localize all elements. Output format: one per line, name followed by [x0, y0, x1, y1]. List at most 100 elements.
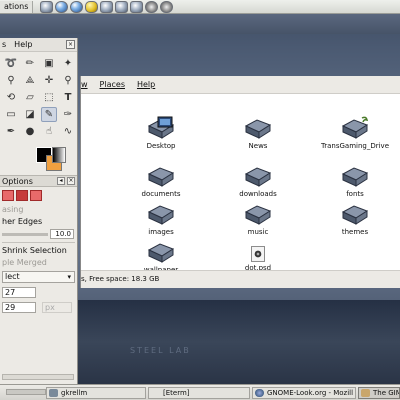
perspective-icon[interactable]: ⬚	[41, 90, 57, 105]
file-label: fonts	[346, 190, 364, 198]
menu-view[interactable]: w	[81, 80, 88, 89]
smudge-icon[interactable]: ●	[22, 124, 38, 139]
dodge-icon[interactable]: ☝	[41, 124, 57, 139]
yellow-icon[interactable]	[85, 1, 98, 13]
file-item-images[interactable]: images	[121, 202, 201, 236]
feather-value-input[interactable]: 10.0	[50, 229, 74, 239]
gkrellm-icon	[49, 389, 58, 397]
menu-places[interactable]: Places	[100, 80, 125, 89]
menu-help[interactable]: Help	[137, 80, 155, 89]
feather-slider[interactable]	[2, 233, 48, 236]
task-label: GNOME-Look.org - Mozill	[267, 389, 354, 397]
refresh-icon[interactable]	[160, 1, 173, 13]
file-label: documents	[141, 190, 181, 198]
calculator-icon[interactable]	[130, 1, 143, 13]
folder-icon	[147, 205, 175, 225]
y-position-input[interactable]: 29	[2, 302, 36, 313]
menu-file[interactable]: s	[2, 40, 6, 49]
mode-add-icon[interactable]	[16, 190, 28, 201]
file-icon-view: Desktop News TransGaming_Drive documents…	[81, 94, 400, 274]
menu-arrow-icon[interactable]: ◂	[57, 177, 65, 185]
computer-icon[interactable]	[40, 1, 53, 13]
ink-icon[interactable]: ✒	[3, 124, 19, 139]
taskbar-scrollbar[interactable]	[6, 389, 46, 395]
file-item-fonts[interactable]: fonts	[315, 164, 395, 198]
file-item-dot-psd[interactable]: dot.psd	[218, 246, 298, 272]
bucket-select-icon[interactable]: ▣	[41, 56, 57, 71]
toolbox-window-buttons: ×	[66, 40, 75, 49]
launcher-bar	[40, 1, 173, 13]
applications-menu[interactable]: ations	[0, 1, 34, 13]
sample-merged-option[interactable]: ple Merged	[0, 257, 77, 269]
file-item-themes[interactable]: themes	[315, 202, 395, 236]
folder-icon	[244, 119, 272, 139]
file-item-news[interactable]: News	[218, 116, 298, 150]
task-eterm[interactable]: [Eterm]	[148, 387, 250, 399]
task-mozilla[interactable]: GNOME-Look.org - Mozill	[252, 387, 356, 399]
feather-edges-option[interactable]: her Edges	[0, 216, 77, 228]
toolbox-scrollbar[interactable]	[2, 374, 74, 380]
close-icon[interactable]: ×	[67, 177, 75, 185]
wallpaper-band-top	[0, 14, 400, 34]
clone-icon[interactable]: ✑	[60, 107, 76, 122]
lasso-icon[interactable]: ➰	[3, 56, 19, 71]
magnify-icon[interactable]: ⚲	[3, 73, 19, 88]
bottom-taskbar: gkrellm [Eterm] GNOME-Look.org - Mozill …	[0, 384, 400, 400]
select-mode-dropdown[interactable]: lect ▾	[2, 271, 75, 283]
eraser-icon[interactable]: ◪	[22, 107, 38, 122]
mail-icon[interactable]	[70, 1, 83, 13]
move-icon[interactable]: ✛	[41, 73, 57, 88]
gear-icon[interactable]	[145, 1, 158, 13]
tool-grid: ➰ ✏ ▣ ✦ ⚲ ⟁ ✛ ⚲ ⟲ ▱ ⬚ T ▭ ◪ ✎ ✑ ✒ ● ☝ ∿	[0, 52, 77, 143]
file-label: TransGaming_Drive	[320, 142, 390, 150]
shrink-selection-option[interactable]: Shrink Selection	[0, 245, 77, 257]
color-area	[0, 145, 77, 175]
mozilla-icon	[255, 389, 264, 397]
file-label: images	[148, 228, 174, 236]
file-item-downloads[interactable]: downloads	[218, 164, 298, 198]
gimp-icon	[361, 389, 370, 397]
file-item-wallpaper[interactable]: wallpaper	[121, 240, 201, 274]
heal-icon[interactable]: ▭	[3, 107, 19, 122]
pencil-select-icon[interactable]: ✏	[22, 56, 38, 71]
file-browser-menubar: w Places Help	[81, 76, 400, 94]
folder-icon	[147, 167, 175, 187]
x-position-input[interactable]: 27	[2, 287, 36, 298]
mode-subtract-icon[interactable]	[30, 190, 42, 201]
file-label: downloads	[239, 190, 277, 198]
file-item-documents[interactable]: documents	[121, 164, 201, 198]
brush-icon[interactable]: ✎	[41, 107, 57, 122]
file-label: themes	[341, 228, 369, 236]
antialias-option[interactable]: asing	[0, 204, 77, 216]
wallpaper-text: STEEL LAB	[130, 346, 191, 355]
rotate-icon[interactable]: ⟲	[3, 90, 19, 105]
terminal-icon[interactable]	[100, 1, 113, 13]
wand-icon[interactable]: ✦	[60, 56, 76, 71]
folder-icon	[341, 167, 369, 187]
globe-icon[interactable]	[55, 1, 68, 13]
desktop-icon	[147, 116, 175, 139]
tool-options-header: Options ◂ ×	[0, 175, 77, 187]
path-icon[interactable]: ∿	[60, 124, 76, 139]
menu-help[interactable]: Help	[14, 40, 32, 49]
text-icon[interactable]: T	[60, 90, 76, 105]
file-item-transgaming[interactable]: TransGaming_Drive	[315, 116, 395, 150]
zoom-icon[interactable]: ⚲	[60, 73, 76, 88]
folder-icon	[341, 205, 369, 225]
select-mode-value: lect	[5, 272, 20, 281]
close-icon[interactable]: ×	[66, 40, 75, 49]
file-item-desktop[interactable]: Desktop	[121, 116, 201, 150]
task-gimp[interactable]: The GIMP	[358, 387, 400, 399]
file-item-music[interactable]: music	[218, 202, 298, 236]
gimp-toolbox: s Help × ➰ ✏ ▣ ✦ ⚲ ⟁ ✛ ⚲ ⟲ ▱ ⬚ T ▭ ◪ ✎ ✑…	[0, 38, 78, 384]
task-label: The GIMP	[373, 389, 399, 397]
gradient-swatch[interactable]	[52, 147, 66, 163]
task-gkrellm[interactable]: gkrellm	[46, 387, 146, 399]
folder-icon	[341, 116, 369, 139]
unit-dropdown[interactable]: px	[42, 302, 72, 313]
folder-icon	[147, 243, 175, 263]
notes-icon[interactable]	[115, 1, 128, 13]
mode-replace-icon[interactable]	[2, 190, 14, 201]
compass-icon[interactable]: ⟁	[22, 73, 38, 88]
shear-icon[interactable]: ▱	[22, 90, 38, 105]
